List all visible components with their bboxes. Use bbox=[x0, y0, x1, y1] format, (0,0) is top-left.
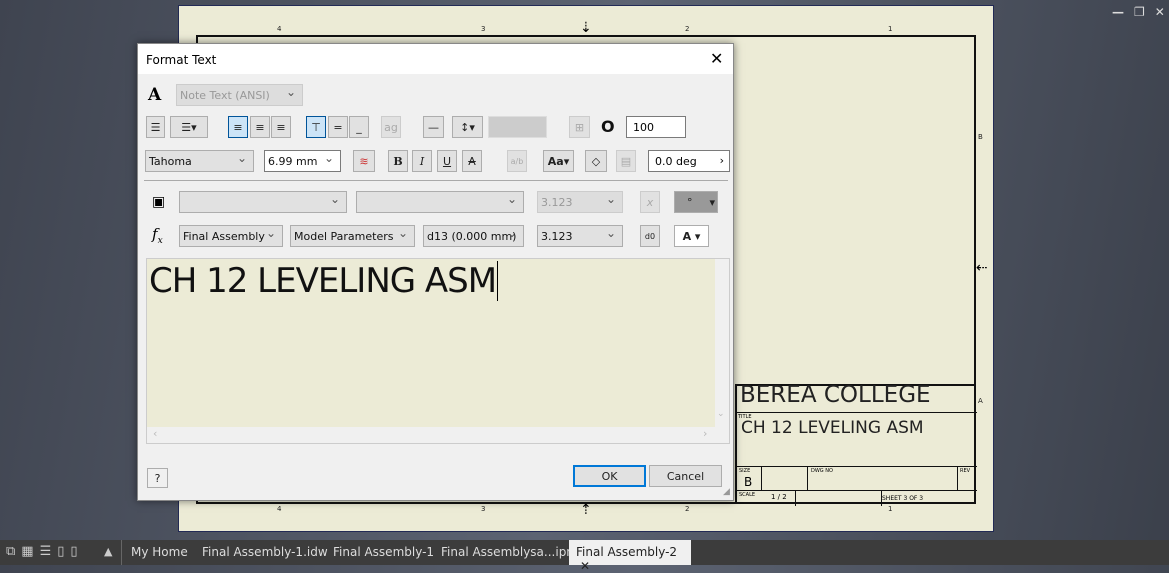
zone-label: 3 bbox=[481, 25, 486, 33]
frame-button[interactable]: ▤ bbox=[616, 150, 636, 172]
zone-label: 3 bbox=[481, 505, 486, 513]
scroll-right-icon[interactable]: › bbox=[703, 427, 707, 440]
scroll-down-icon[interactable]: ⌄ bbox=[717, 409, 725, 419]
dialog-title: Format Text bbox=[146, 53, 217, 67]
text-style-select[interactable]: Note Text (ANSI) bbox=[176, 84, 303, 106]
align-bottom-button[interactable]: _ bbox=[349, 116, 369, 138]
fraction-button[interactable]: a/b bbox=[507, 150, 527, 172]
note-text[interactable]: CH 12 LEVELING ASM bbox=[149, 261, 499, 301]
line-spacing-button[interactable]: ↕▾ bbox=[452, 116, 483, 138]
scale-label: SCALE bbox=[739, 492, 756, 498]
dialog-title-bar: Format Text bbox=[138, 44, 733, 74]
symbol-precision-select[interactable]: 3.123 bbox=[537, 191, 623, 213]
baseline-button[interactable]: ag bbox=[381, 116, 401, 138]
width-scale-input[interactable]: 100 bbox=[626, 116, 686, 138]
tab-final-assembly-2[interactable]: Final Assembly-2 ✕ bbox=[569, 540, 691, 573]
zone-label: 1 bbox=[888, 25, 893, 33]
insert-symbol-button[interactable]: x bbox=[640, 191, 660, 213]
chevron-right-icon[interactable]: › bbox=[720, 154, 724, 167]
line-button[interactable]: — bbox=[423, 116, 444, 138]
scale-value: 1 / 2 bbox=[771, 493, 787, 501]
window-controls: — ❐ ✕ bbox=[1112, 5, 1165, 19]
document-tab-bar: ⧉▦☰▯▯ ▲ My Home Final Assembly-1.idw Fin… bbox=[0, 540, 1169, 573]
width-scale-icon: O bbox=[601, 117, 615, 136]
rotation-value: 0.0 deg bbox=[655, 155, 697, 168]
close-icon[interactable]: ✕ bbox=[1155, 5, 1165, 19]
size-value: B bbox=[744, 475, 753, 489]
strikethrough-button[interactable]: A bbox=[462, 150, 482, 172]
drawing-title: CH 12 LEVELING ASM bbox=[741, 418, 924, 438]
scroll-left-icon[interactable]: ‹ bbox=[153, 427, 157, 440]
insert-parameter-button[interactable]: d0 bbox=[640, 225, 660, 247]
format-text-dialog: Format Text ✕ A Note Text (ANSI) ☰ ☰▾ ≡ … bbox=[137, 43, 734, 501]
bold-button[interactable]: B bbox=[388, 150, 408, 172]
precision-select[interactable]: 3.123 bbox=[537, 225, 623, 247]
tab-final-assemblysa-ipn[interactable]: Final Assemblysa...ipn bbox=[441, 540, 574, 565]
case-button[interactable]: Aa▾ bbox=[543, 150, 574, 172]
center-mark-icon: ⇣ bbox=[580, 20, 592, 36]
center-mark-icon: ⇡ bbox=[580, 502, 592, 518]
stack-button[interactable]: ⊞ bbox=[569, 116, 590, 138]
minimize-icon[interactable]: — bbox=[1112, 5, 1124, 19]
text-editor-content[interactable]: CH 12 LEVELING ASM bbox=[147, 259, 715, 427]
numbered-list-button[interactable]: ☰▾ bbox=[170, 116, 208, 138]
zone-label: 4 bbox=[277, 25, 282, 33]
underline-button[interactable]: U bbox=[437, 150, 457, 172]
parameter-select[interactable]: d13 (0.000 mm) bbox=[423, 225, 524, 247]
ok-button[interactable]: OK bbox=[573, 465, 646, 487]
help-button[interactable]: ? bbox=[147, 468, 168, 488]
dwg-no-label: DWG NO bbox=[811, 468, 833, 474]
center-mark-icon: ⇠ bbox=[976, 260, 988, 276]
title-block: BEREA COLLEGE TITLE CH 12 LEVELING ASM S… bbox=[735, 382, 977, 506]
resize-grip-icon[interactable]: ◢ bbox=[723, 487, 730, 497]
text-editor[interactable]: CH 12 LEVELING ASM ⌄ ‹ › bbox=[146, 258, 730, 444]
function-icon: fx bbox=[152, 225, 163, 246]
zone-label: B bbox=[978, 133, 983, 141]
component-select[interactable]: Final Assembly bbox=[179, 225, 283, 247]
text-style-icon: A bbox=[148, 85, 162, 105]
rotation-input[interactable]: 0.0 deg › bbox=[648, 150, 730, 172]
symbol-picker[interactable]: ° ▾ bbox=[674, 191, 718, 213]
size-label: SIZE bbox=[739, 468, 751, 474]
close-tab-icon[interactable]: ✕ bbox=[580, 559, 590, 573]
sheet-number: SHEET 3 OF 3 bbox=[882, 495, 924, 502]
restore-icon[interactable]: ❐ bbox=[1134, 5, 1145, 19]
company-name: BEREA COLLEGE bbox=[740, 382, 931, 408]
tab-final-assembly-1-idw[interactable]: Final Assembly-1.idw bbox=[202, 540, 328, 565]
align-right-button[interactable]: ≡ bbox=[271, 116, 291, 138]
align-top-button[interactable]: ⊤ bbox=[306, 116, 326, 138]
zone-label: A bbox=[978, 397, 983, 405]
align-center-button[interactable]: ≡ bbox=[250, 116, 270, 138]
tab-menu-icon[interactable]: ▲ bbox=[104, 545, 112, 558]
zone-label: 4 bbox=[277, 505, 282, 513]
rev-label: REV bbox=[960, 468, 971, 474]
close-icon[interactable]: ✕ bbox=[710, 49, 723, 68]
window-arrange-icons[interactable]: ⧉▦☰▯▯ bbox=[6, 544, 84, 559]
symbol-icon: ▣ bbox=[152, 194, 166, 210]
parameter-source-select[interactable]: Model Parameters bbox=[290, 225, 415, 247]
font-size-select[interactable]: 6.99 mm bbox=[264, 150, 341, 172]
italic-button[interactable]: I bbox=[412, 150, 432, 172]
align-middle-button[interactable]: = bbox=[328, 116, 348, 138]
tab-label: Final Assembly-2 bbox=[576, 545, 678, 559]
font-select[interactable]: Tahoma bbox=[145, 150, 254, 172]
zone-label: 2 bbox=[685, 505, 690, 513]
tab-my-home[interactable]: My Home bbox=[131, 540, 188, 565]
align-left-button[interactable]: ≡ bbox=[228, 116, 248, 138]
divider bbox=[144, 180, 728, 181]
text-color-picker[interactable]: A ▾ bbox=[674, 225, 709, 247]
line-spacing-value[interactable] bbox=[488, 116, 547, 138]
layer-button[interactable]: ≋ bbox=[353, 150, 375, 172]
cancel-button[interactable]: Cancel bbox=[649, 465, 722, 487]
zone-label: 2 bbox=[685, 25, 690, 33]
tab-final-assembly-1[interactable]: Final Assembly-1 bbox=[333, 540, 434, 565]
bullet-list-button[interactable]: ☰ bbox=[146, 116, 165, 138]
symbol-source-select[interactable] bbox=[356, 191, 524, 213]
zone-label: 1 bbox=[888, 505, 893, 513]
background-fill-button[interactable]: ◇ bbox=[585, 150, 607, 172]
symbol-component-select[interactable] bbox=[179, 191, 347, 213]
